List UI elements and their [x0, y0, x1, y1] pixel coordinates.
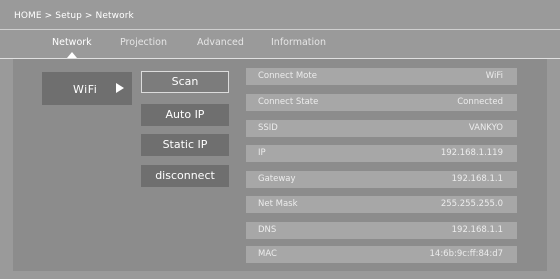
info-row-connect-state: Connect State Connected	[246, 94, 517, 111]
info-value: 192.168.1.119	[440, 148, 503, 158]
info-key: Net Mask	[258, 199, 298, 209]
info-key: IP	[258, 148, 266, 158]
breadcrumb: HOME > Setup > Network	[14, 11, 134, 21]
info-key: Connect State	[258, 97, 319, 107]
play-arrow-icon	[116, 83, 124, 93]
info-key: Gateway	[258, 174, 296, 184]
info-key: SSID	[258, 123, 278, 133]
wifi-menu-item[interactable]: WiFi	[42, 72, 132, 105]
auto-ip-button[interactable]: Auto IP	[141, 104, 229, 126]
info-row-net-mask: Net Mask 255.255.255.0	[246, 196, 517, 213]
info-value: 14:6b:9c:ff:84:d7	[429, 249, 504, 259]
wifi-menu-label: WiFi	[73, 83, 98, 96]
tab-projection[interactable]: Projection	[120, 37, 167, 48]
info-value: 255.255.255.0	[440, 199, 503, 209]
info-key: DNS	[258, 225, 277, 235]
info-row-mac: MAC 14:6b:9c:ff:84:d7	[246, 246, 517, 263]
info-key: Connect Mote	[258, 71, 317, 81]
info-value: 192.168.1.1	[451, 225, 503, 235]
info-row-dns: DNS 192.168.1.1	[246, 222, 517, 239]
info-row-ip: IP 192.168.1.119	[246, 145, 517, 162]
tab-information[interactable]: Information	[271, 37, 326, 48]
info-row-ssid: SSID VANKYO	[246, 120, 517, 137]
info-row-connect-mode: Connect Mote WiFi	[246, 68, 517, 85]
tab-network[interactable]: Network	[52, 37, 92, 48]
info-key: MAC	[258, 249, 277, 259]
static-ip-button[interactable]: Static IP	[141, 134, 229, 156]
disconnect-button[interactable]: disconnect	[141, 165, 229, 187]
scan-button[interactable]: Scan	[141, 71, 229, 93]
tab-bar: Network Projection Advanced Information	[0, 30, 560, 57]
info-value: Connected	[457, 97, 503, 107]
info-value: 192.168.1.1	[451, 174, 503, 184]
tab-advanced[interactable]: Advanced	[197, 37, 244, 48]
info-value: VANKYO	[468, 123, 503, 133]
info-value: WiFi	[485, 71, 503, 81]
info-row-gateway: Gateway 192.168.1.1	[246, 171, 517, 188]
network-settings-screen: HOME > Setup > Network Network Projectio…	[0, 0, 560, 279]
